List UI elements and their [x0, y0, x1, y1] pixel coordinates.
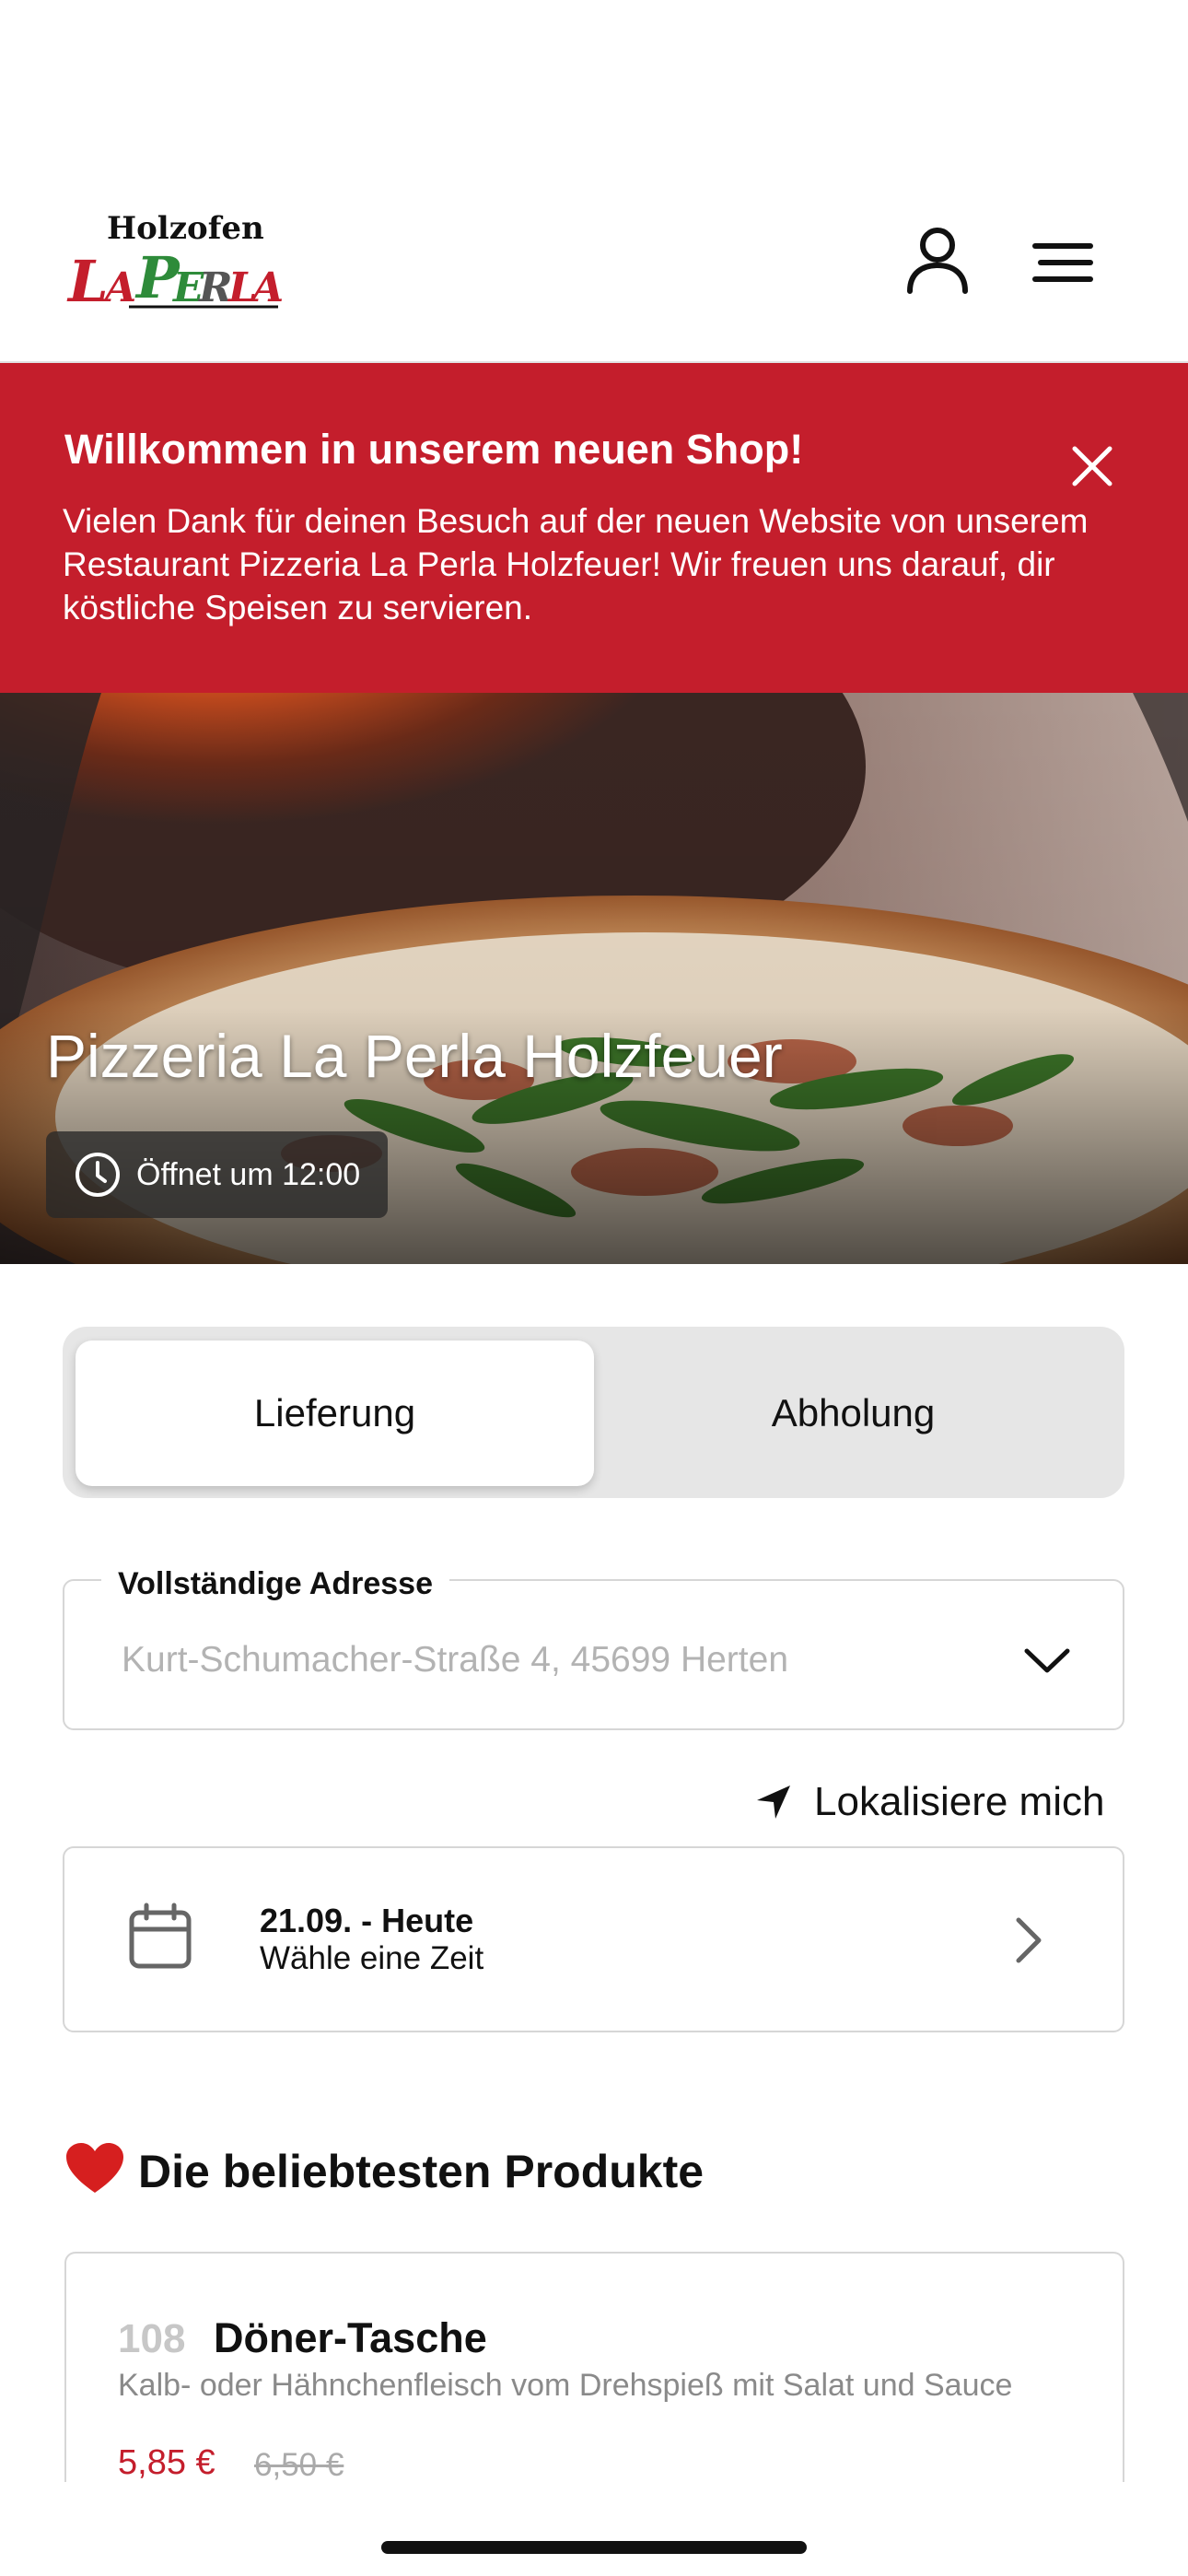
chevron-right-icon	[1004, 1913, 1052, 1968]
locate-me-button[interactable]: Lokalisiere mich	[753, 1776, 1104, 1828]
location-arrow-icon	[757, 1786, 790, 1819]
svg-text:A: A	[249, 264, 284, 311]
svg-text:A: A	[101, 264, 136, 311]
banner-text: Vielen Dank für deinen Besuch auf der ne…	[63, 502, 1089, 626]
user-icon	[907, 228, 968, 294]
delivery-time-selector[interactable]	[63, 1846, 1124, 2032]
address-label: Vollständige Adresse	[101, 1566, 449, 1602]
address-dropdown-button[interactable]	[1018, 1631, 1077, 1690]
restaurant-logo[interactable]: Holzofen L A P E R L A	[64, 207, 285, 318]
heart-icon	[64, 2141, 125, 2196]
popular-products-heading: Die beliebtesten Produkte	[138, 2146, 705, 2197]
svg-text:Holzofen: Holzofen	[107, 210, 264, 247]
product-price: 5,85 €	[118, 2443, 215, 2482]
chevron-down-icon	[1024, 1648, 1070, 1673]
delivery-time-prompt: Wähle eine Zeit	[260, 1940, 484, 1976]
banner-title: Willkommen in unserem neuen Shop!	[64, 426, 804, 473]
product-name: Döner-Tasche	[214, 2314, 487, 2361]
menu-icon	[1032, 243, 1093, 282]
menu-button[interactable]	[1024, 230, 1101, 295]
opening-status-badge: Öffnet um 12:00	[46, 1131, 389, 1218]
calendar-icon	[127, 1902, 193, 1972]
bottom-safe-area	[0, 2482, 1188, 2576]
product-old-price: 6,50 €	[254, 2447, 344, 2483]
tab-delivery[interactable]: Lieferung	[76, 1341, 594, 1486]
opening-status-text: Öffnet um 12:00	[136, 1156, 361, 1192]
product-number: 108	[118, 2316, 186, 2361]
product-description: Kalb- oder Hähnchenfleisch vom Drehspieß…	[118, 2368, 1013, 2403]
close-icon	[1072, 446, 1112, 486]
delivery-date: 21.09. - Heute	[260, 1902, 474, 1939]
clock-icon	[76, 1153, 120, 1197]
svg-text:R: R	[197, 264, 233, 311]
banner-close-button[interactable]	[1059, 433, 1125, 499]
tab-pickup[interactable]: Abholung	[594, 1341, 1112, 1486]
account-button[interactable]	[899, 221, 976, 299]
locate-me-label: Lokalisiere mich	[814, 1779, 1105, 1824]
restaurant-name: Pizzeria La Perla Holzfeuer	[46, 1022, 783, 1090]
home-indicator[interactable]	[381, 2541, 807, 2554]
address-placeholder[interactable]: Kurt-Schumacher-Straße 4, 45699 Herten	[122, 1640, 788, 1680]
svg-text:L: L	[66, 248, 109, 315]
